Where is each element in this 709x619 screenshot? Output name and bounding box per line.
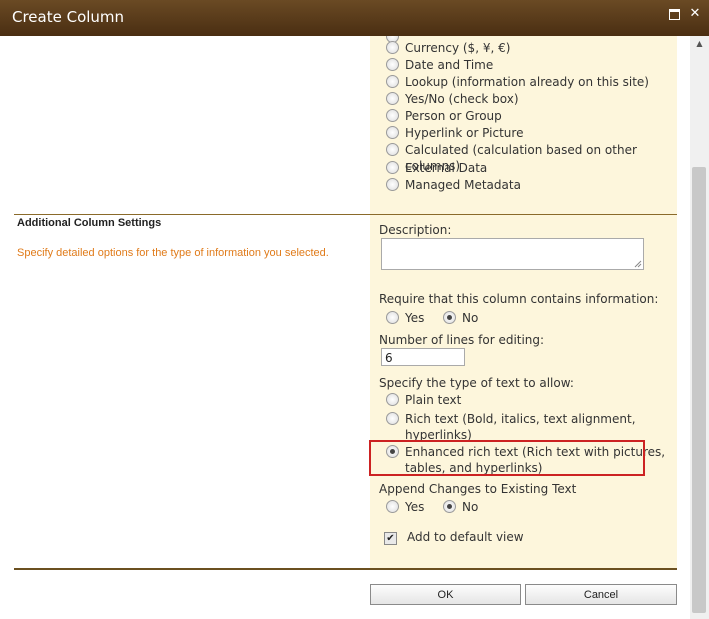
column-type-lookup[interactable]: Lookup (information already on this site… — [386, 74, 649, 90]
option-label: Date and Time — [405, 58, 494, 72]
description-label: Description: — [379, 223, 452, 237]
append-yes-option[interactable]: Yes — [386, 499, 424, 515]
radio-button[interactable] — [386, 126, 399, 139]
column-type-yes-no[interactable]: Yes/No (check box) — [386, 91, 519, 107]
radio-button[interactable] — [386, 161, 399, 174]
text-type-rich-option[interactable]: Rich text (Bold, italics, text alignment… — [386, 411, 636, 443]
vertical-scrollbar[interactable]: ▲ — [690, 36, 709, 619]
column-type-currency[interactable]: Currency ($, ¥, €) — [386, 40, 510, 56]
option-label: Hyperlink or Picture — [405, 126, 524, 140]
lines-input[interactable]: 6 — [381, 348, 465, 366]
option-label-line: Rich text (Bold, italics, text alignment… — [405, 412, 636, 426]
lines-label: Number of lines for editing: — [379, 333, 545, 347]
option-label: Person or Group — [405, 109, 502, 123]
radio-button[interactable] — [386, 412, 399, 425]
option-label: Plain text — [405, 393, 462, 407]
column-type-external-data[interactable]: External Data — [386, 160, 487, 176]
section-heading: Additional Column Settings — [17, 217, 162, 229]
left-pane — [14, 36, 370, 570]
option-label: Yes — [405, 311, 425, 325]
section-description: Specify detailed options for the type of… — [17, 247, 329, 259]
window-title: Create Column — [12, 8, 125, 26]
scroll-thumb[interactable] — [692, 167, 706, 613]
option-label: Rich text (Bold, italics, text alignment… — [405, 411, 636, 443]
required-no-option[interactable]: No — [443, 310, 478, 326]
radio-button[interactable] — [443, 500, 456, 513]
section-divider — [14, 214, 677, 215]
radio-button[interactable] — [386, 311, 399, 324]
radio-button[interactable] — [386, 178, 399, 191]
cancel-button[interactable]: Cancel — [525, 584, 677, 605]
option-label: External Data — [405, 161, 488, 175]
radio-button[interactable] — [386, 500, 399, 513]
radio-button[interactable] — [386, 58, 399, 71]
highlight-box — [369, 440, 645, 476]
ok-button[interactable]: OK — [370, 584, 521, 605]
radio-button[interactable] — [386, 92, 399, 105]
option-label: No — [462, 500, 479, 514]
title-bar: Create Column ✕ — [0, 0, 709, 36]
option-label: Lookup (information already on this site… — [405, 75, 649, 89]
append-label: Append Changes to Existing Text — [379, 482, 577, 496]
radio-button[interactable] — [386, 143, 399, 156]
default-view-checkbox[interactable]: ✔ — [384, 532, 397, 545]
option-label: No — [462, 311, 479, 325]
required-yes-option[interactable]: Yes — [386, 310, 424, 326]
description-textarea[interactable] — [381, 238, 644, 270]
option-label: Yes — [405, 500, 425, 514]
radio-button[interactable] — [386, 41, 399, 54]
maximize-icon[interactable] — [669, 9, 680, 20]
dialog-content: Currency ($, ¥, €) Date and Time Lookup … — [0, 36, 690, 619]
option-label: Currency ($, ¥, €) — [405, 41, 511, 55]
required-label: Require that this column contains inform… — [379, 292, 659, 306]
column-type-date-time[interactable]: Date and Time — [386, 57, 493, 73]
text-type-plain-option[interactable]: Plain text — [386, 392, 461, 408]
column-type-hyperlink[interactable]: Hyperlink or Picture — [386, 125, 523, 141]
radio-button[interactable] — [443, 311, 456, 324]
text-type-label: Specify the type of text to allow: — [379, 376, 574, 390]
column-type-person-group[interactable]: Person or Group — [386, 108, 502, 124]
option-label: Managed Metadata — [405, 178, 521, 192]
scroll-up-arrow-icon[interactable]: ▲ — [690, 36, 709, 52]
radio-button[interactable] — [386, 75, 399, 88]
close-icon[interactable]: ✕ — [689, 7, 701, 20]
option-label: Yes/No (check box) — [405, 92, 519, 106]
append-no-option[interactable]: No — [443, 499, 478, 515]
column-type-managed-metadata[interactable]: Managed Metadata — [386, 177, 521, 193]
section-divider — [14, 568, 677, 570]
radio-button[interactable] — [386, 393, 399, 406]
resize-grip-icon[interactable] — [634, 260, 642, 268]
default-view-label: Add to default view — [407, 530, 524, 544]
radio-button[interactable] — [386, 109, 399, 122]
